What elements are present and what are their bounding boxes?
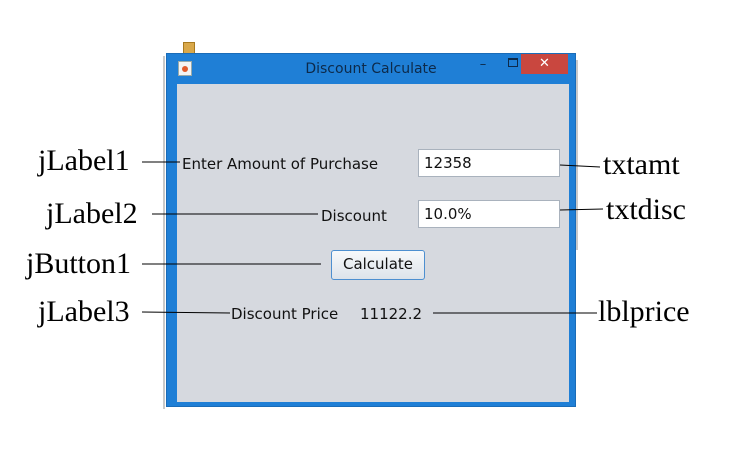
annotation-leader-lines [141, 161, 604, 314]
annotation-lblprice: lblprice [598, 295, 690, 328]
annotation-jlabel1: jLabel1 [38, 144, 130, 177]
leader-txtdisc [559, 208, 604, 211]
annotation-jlabel2: jLabel2 [46, 197, 138, 230]
annotation-txtamt: txtamt [603, 148, 680, 181]
annotation-txtdisc: txtdisc [606, 193, 686, 226]
annotation-jlabel3: jLabel3 [38, 295, 130, 328]
annotation-jbutton1: jButton1 [26, 247, 132, 280]
leader-jlabel3 [141, 311, 231, 314]
leader-txtamt [559, 164, 601, 168]
